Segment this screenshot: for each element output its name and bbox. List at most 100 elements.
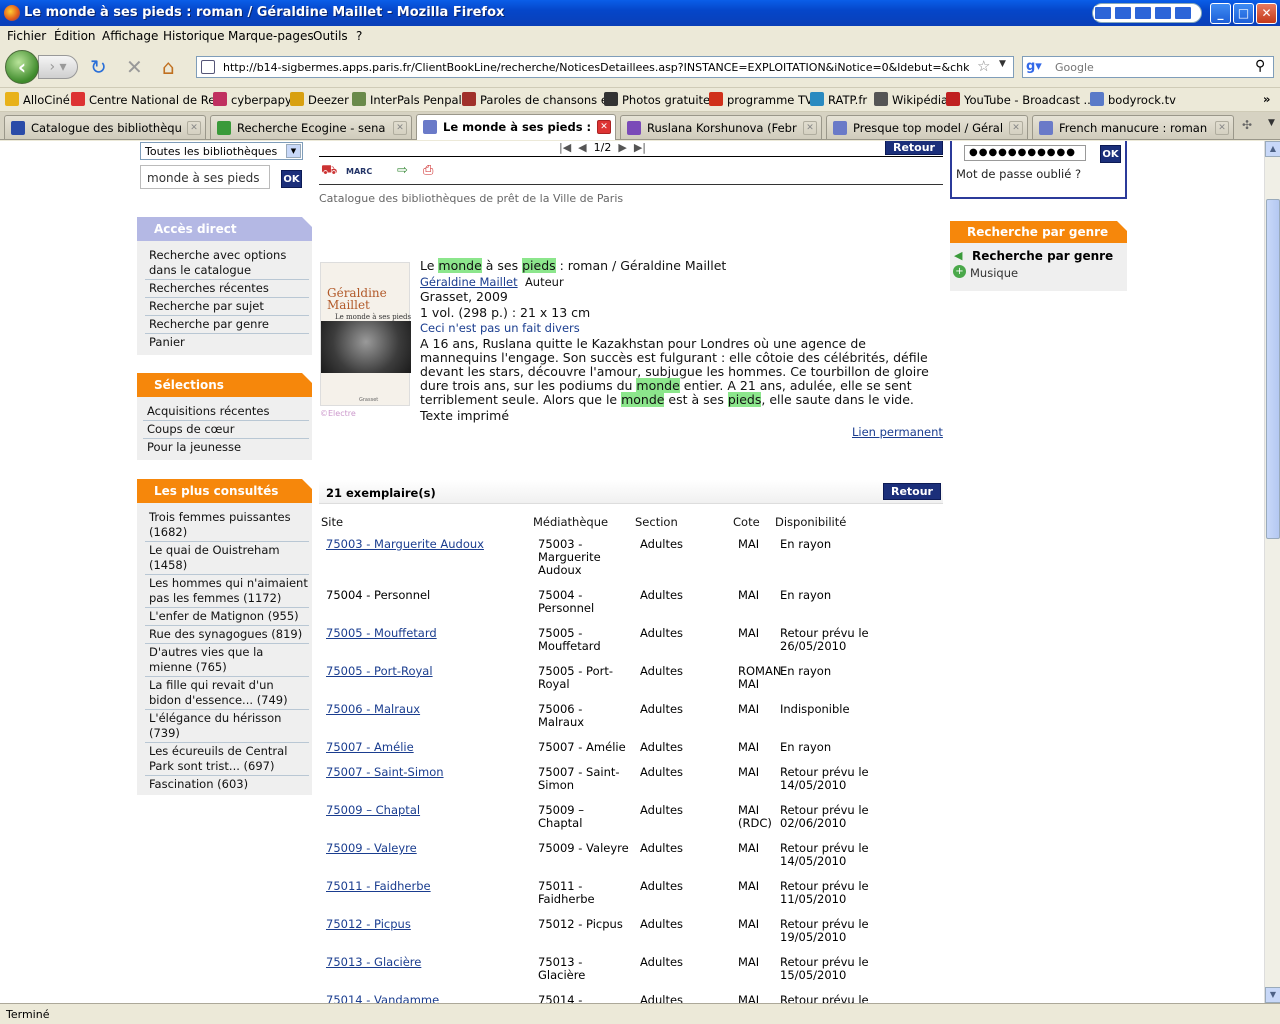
menu-outils[interactable]: Outils bbox=[313, 29, 348, 43]
pdf-icon[interactable]: ⎙ bbox=[423, 163, 441, 181]
google-engine-icon[interactable]: g▾ bbox=[1026, 59, 1042, 75]
new-tab-icon[interactable]: ✣ bbox=[1242, 118, 1252, 132]
site-link[interactable]: 75003 - Marguerite Audoux bbox=[326, 538, 484, 551]
site-link[interactable]: 75007 - Amélie bbox=[326, 741, 414, 754]
search-bar[interactable]: g▾ ⚲ bbox=[1022, 56, 1274, 78]
search-input[interactable] bbox=[1055, 59, 1251, 75]
genre-search-link[interactable]: Recherche par genre bbox=[972, 249, 1113, 263]
reload-icon[interactable]: ↻ bbox=[90, 56, 107, 78]
bookmark-photos[interactable]: Photos gratuites bbox=[604, 92, 716, 107]
basket-icon[interactable]: ⛟ bbox=[321, 163, 339, 181]
bookmark-youtube[interactable]: YouTube - Broadcast ... bbox=[946, 92, 1094, 107]
site-link[interactable]: 75012 - Picpus bbox=[326, 918, 411, 931]
bookmark-programme-tv[interactable]: programme TV bbox=[709, 92, 813, 107]
maximize-button[interactable]: □ bbox=[1233, 3, 1254, 24]
site-link[interactable]: 75011 - Faidherbe bbox=[326, 880, 431, 893]
search-icon[interactable]: ⚲ bbox=[1255, 58, 1265, 74]
bookmark-allocine[interactable]: AlloCiné bbox=[5, 92, 70, 107]
tray-icon[interactable] bbox=[1174, 6, 1192, 20]
retour-button[interactable]: Retour bbox=[883, 483, 941, 500]
quick-search-input[interactable]: monde à ses pieds bbox=[140, 165, 270, 189]
plus-consultes-item[interactable]: Le quai de Ouistreham (1458) bbox=[145, 542, 309, 575]
site-link[interactable]: 75013 - Glacière bbox=[326, 956, 421, 969]
bookmark-star-icon[interactable]: ☆ bbox=[977, 57, 990, 75]
scroll-down-icon[interactable]: ▼ bbox=[1265, 987, 1280, 1003]
tab-le-monde-a-ses-pieds[interactable]: Le monde à ses pieds : ro...✕ bbox=[416, 114, 616, 140]
close-button[interactable]: ✕ bbox=[1256, 3, 1277, 24]
acces-direct-item-recherche-sujet[interactable]: Recherche par sujet bbox=[145, 298, 309, 316]
selections-item-coups-de-coeur[interactable]: Coups de cœur bbox=[143, 421, 309, 439]
book-cover-image[interactable]: Géraldine Maillet Le monde à ses pieds G… bbox=[320, 262, 411, 406]
acces-direct-item-recherche-options[interactable]: Recherche avec options dans le catalogue bbox=[145, 247, 309, 280]
url-dropdown-icon[interactable]: ▼ bbox=[999, 59, 1006, 69]
scroll-up-icon[interactable]: ▲ bbox=[1265, 141, 1280, 157]
library-select[interactable]: Toutes les bibliothèques ▼ bbox=[140, 142, 303, 160]
plus-consultes-item[interactable]: D'autres vies que la mienne (765) bbox=[145, 644, 309, 677]
url-bar[interactable]: http://b14-sigbermes.apps.paris.fr/Clien… bbox=[196, 56, 1014, 78]
bookmark-ratp[interactable]: RATP.fr bbox=[810, 92, 867, 107]
bookmark-interpals[interactable]: InterPals Penpals bbox=[352, 92, 468, 107]
bookmark-cnrtl[interactable]: Centre National de Re... bbox=[71, 92, 226, 107]
permalink-link[interactable]: Lien permanent bbox=[852, 425, 943, 439]
plus-circle-icon[interactable]: + bbox=[953, 265, 966, 278]
menu-help[interactable]: ? bbox=[356, 29, 362, 43]
menu-fichier[interactable]: Fichier bbox=[7, 29, 46, 43]
tray-icon[interactable] bbox=[1114, 6, 1132, 20]
last-record-icon[interactable]: ▶| bbox=[634, 141, 646, 154]
tab-presque-top-model[interactable]: Presque top model / Géraldin...✕ bbox=[826, 115, 1028, 139]
tab-close-icon[interactable]: ✕ bbox=[393, 121, 407, 135]
bookmark-cyberpapy[interactable]: cyberpapy bbox=[213, 92, 292, 107]
plus-consultes-item[interactable]: Rue des synagogues (819) bbox=[145, 626, 309, 644]
acces-direct-item-panier[interactable]: Panier bbox=[145, 334, 309, 351]
forward-button[interactable]: › ▾ bbox=[38, 55, 78, 79]
plus-consultes-item[interactable]: Fascination (603) bbox=[145, 776, 309, 793]
plus-consultes-item[interactable]: Les hommes qui n'aimaient pas les femmes… bbox=[145, 575, 309, 608]
password-field[interactable]: ●●●●●●●●●●● bbox=[964, 145, 1086, 161]
menu-historique[interactable]: Historique bbox=[163, 29, 225, 43]
tab-close-icon[interactable]: ✕ bbox=[187, 121, 201, 135]
bookmark-paroles[interactable]: Paroles de chansons e... bbox=[462, 92, 619, 107]
tab-close-icon[interactable]: ✕ bbox=[597, 120, 611, 134]
tab-catalogue[interactable]: Catalogue des bibliothèques ...✕ bbox=[4, 115, 206, 139]
menu-edition[interactable]: Édition bbox=[54, 29, 96, 43]
site-link[interactable]: 75005 - Port-Royal bbox=[326, 665, 433, 678]
login-ok-button[interactable]: OK bbox=[1100, 145, 1121, 163]
plus-consultes-item[interactable]: L'élégance du hérisson (739) bbox=[145, 710, 309, 743]
tab-close-icon[interactable]: ✕ bbox=[803, 121, 817, 135]
bookmarks-more-chevron-icon[interactable]: » bbox=[1263, 92, 1270, 106]
home-icon[interactable]: ⌂ bbox=[162, 56, 175, 78]
selections-item-jeunesse[interactable]: Pour la jeunesse bbox=[143, 439, 309, 456]
back-button[interactable]: ‹ bbox=[5, 50, 39, 84]
author-link[interactable]: Géraldine Maillet bbox=[420, 275, 518, 289]
acces-direct-item-recherche-genre[interactable]: Recherche par genre bbox=[145, 316, 309, 334]
marc-icon[interactable]: MARC bbox=[346, 167, 372, 185]
url-text[interactable]: http://b14-sigbermes.apps.paris.fr/Clien… bbox=[223, 61, 969, 74]
plus-consultes-item[interactable]: Trois femmes puissantes (1682) bbox=[145, 509, 309, 542]
acces-direct-item-recherches-recentes[interactable]: Recherches récentes bbox=[145, 280, 309, 298]
stop-icon[interactable]: ✕ bbox=[126, 56, 143, 78]
selections-item-acquisitions[interactable]: Acquisitions récentes bbox=[143, 403, 309, 421]
export-icon[interactable]: ⇨ bbox=[397, 163, 415, 181]
plus-consultes-item[interactable]: L'enfer de Matignon (955) bbox=[145, 608, 309, 626]
tab-list-icon[interactable]: ▼ bbox=[1268, 118, 1275, 128]
series-link[interactable]: Ceci n'est pas un fait divers bbox=[420, 321, 942, 335]
menu-affichage[interactable]: Affichage bbox=[102, 29, 158, 43]
site-identity-icon[interactable] bbox=[201, 60, 215, 74]
next-record-icon[interactable]: ▶ bbox=[618, 141, 626, 154]
bookmark-wikipedia[interactable]: Wikipédia bbox=[874, 92, 948, 107]
genre-musique-link[interactable]: Musique bbox=[970, 266, 1018, 280]
minimize-button[interactable]: _ bbox=[1210, 3, 1231, 24]
site-link[interactable]: 75009 - Valeyre bbox=[326, 842, 417, 855]
site-link[interactable]: 75007 - Saint-Simon bbox=[326, 766, 444, 779]
bookmark-deezer[interactable]: Deezer bbox=[290, 92, 349, 107]
forgot-password-link[interactable]: Mot de passe oublié ? bbox=[956, 167, 1081, 181]
menu-marque-pages[interactable]: Marque-pages bbox=[228, 29, 314, 43]
retour-button-top[interactable]: Retour bbox=[885, 141, 943, 155]
quick-search-ok-button[interactable]: OK bbox=[281, 170, 302, 188]
vertical-scrollbar[interactable]: ▲ ▼ bbox=[1264, 141, 1280, 1003]
plus-consultes-item[interactable]: Les écureuils de Central Park sont trist… bbox=[145, 743, 309, 776]
site-link[interactable]: 75009 – Chaptal bbox=[326, 804, 420, 817]
tab-ruslana[interactable]: Ruslana Korshunova (Februar...✕ bbox=[620, 115, 822, 139]
plus-consultes-item[interactable]: La fille qui revait d'un bidon d'essence… bbox=[145, 677, 309, 710]
tab-french-manucure[interactable]: French manucure : roman / G...✕ bbox=[1032, 115, 1234, 139]
